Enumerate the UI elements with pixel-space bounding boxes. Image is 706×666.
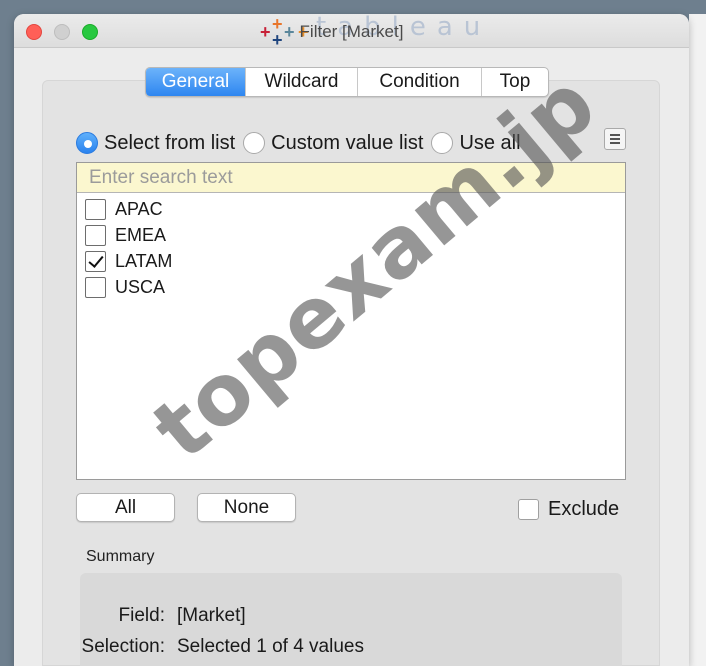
value-items: APAC EMEA LATAM USCA xyxy=(77,193,625,300)
item-label: LATAM xyxy=(115,250,173,271)
item-label: EMEA xyxy=(115,224,167,245)
item-checkbox[interactable] xyxy=(85,224,106,246)
exclude-checkbox-box[interactable] xyxy=(518,499,539,520)
radio-label: Custom value list xyxy=(271,131,424,154)
summary-selection-label: Selection: xyxy=(81,636,165,657)
tab-top[interactable]: Top xyxy=(482,68,548,96)
radio-button[interactable] xyxy=(431,132,454,154)
radio-button[interactable] xyxy=(76,132,98,154)
tab-wildcard[interactable]: Wildcard xyxy=(246,68,358,96)
window-title: Filter [Market] xyxy=(299,22,404,41)
summary-selection-value: Selected 1 of 4 values xyxy=(177,636,364,657)
radio-label: Use all xyxy=(459,131,521,154)
search-input[interactable] xyxy=(77,163,625,193)
list-item[interactable]: LATAM xyxy=(77,248,625,274)
item-checkbox[interactable] xyxy=(85,198,106,220)
item-checkbox[interactable] xyxy=(85,276,106,298)
summary-field-label: Field: xyxy=(118,605,165,626)
radio-button[interactable] xyxy=(243,132,266,154)
title-bar: + + + + + tableau Filter [Market] xyxy=(14,14,689,50)
tab-bar: General Wildcard Condition Top xyxy=(145,67,549,97)
list-item[interactable]: USCA xyxy=(77,274,625,300)
select-all-button[interactable]: All xyxy=(76,493,175,522)
summary-box: Field: [Market] Selection: Selected 1 of… xyxy=(80,573,622,666)
item-label: USCA xyxy=(115,276,166,297)
summary-title: Summary xyxy=(86,548,155,565)
exclude-checkbox[interactable]: Exclude xyxy=(518,498,619,521)
list-item[interactable]: EMEA xyxy=(77,222,625,248)
filter-dialog: + + + + + tableau Filter [Market] Genera… xyxy=(14,14,689,666)
list-item[interactable]: APAC xyxy=(77,196,625,222)
radio-label: Select from list xyxy=(104,131,236,154)
background-window-edge xyxy=(689,14,706,666)
radio-select-from-list[interactable]: Select from list xyxy=(76,132,235,155)
radio-custom-value-list[interactable]: Custom value list xyxy=(243,132,423,155)
summary-field-value: [Market] xyxy=(177,605,246,626)
exclude-label: Exclude xyxy=(548,498,620,520)
summary-selection-row: Selection: Selected 1 of 4 values xyxy=(55,636,364,658)
selection-mode-radios: Select from list Custom value list Use all xyxy=(76,130,529,156)
item-checkbox[interactable] xyxy=(85,250,106,272)
tab-general[interactable]: General xyxy=(146,68,246,96)
radio-use-all[interactable]: Use all xyxy=(431,131,521,155)
summary-field-row: Field: [Market] xyxy=(55,605,246,627)
value-list: APAC EMEA LATAM USCA xyxy=(76,162,626,480)
select-none-button[interactable]: None xyxy=(197,493,296,522)
item-label: APAC xyxy=(115,198,163,219)
list-options-menu-button[interactable] xyxy=(604,128,626,150)
tab-condition[interactable]: Condition xyxy=(358,68,482,96)
